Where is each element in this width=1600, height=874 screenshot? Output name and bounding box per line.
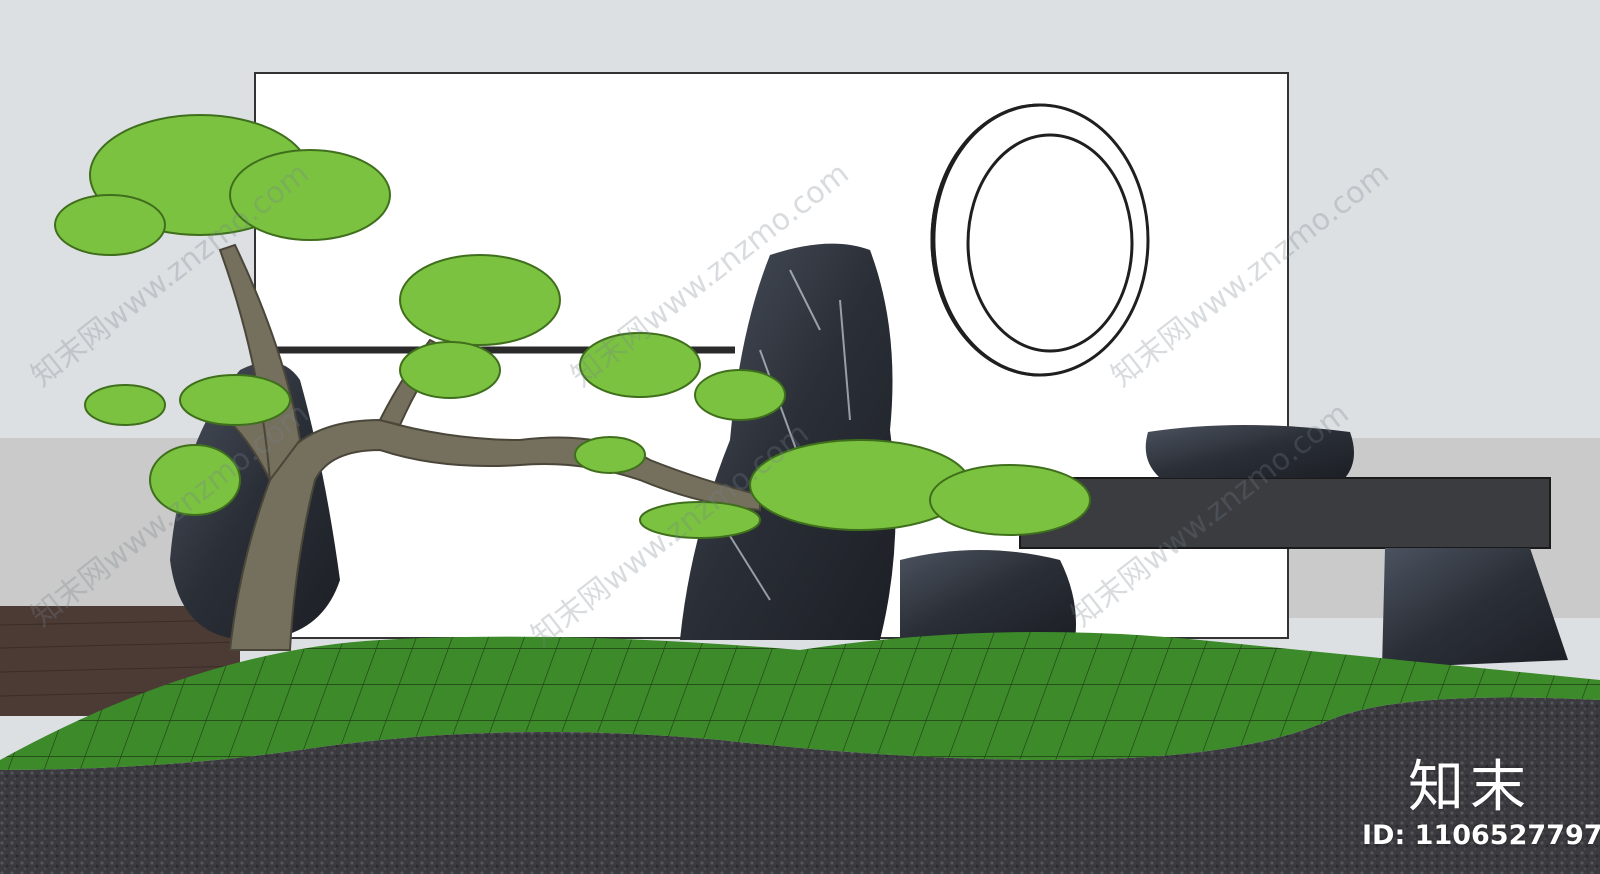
landscape-render xyxy=(0,0,1600,874)
stone-bench-top xyxy=(1019,477,1551,549)
render-scene: 知末网www.znzmo.com 知末网www.znzmo.com 知末网www… xyxy=(0,0,1600,874)
asset-id-label: ID: 1106527797 xyxy=(1362,820,1600,851)
middle-rock xyxy=(900,550,1076,640)
brand-logo: 知末 xyxy=(1408,755,1532,820)
bench-basin-rock xyxy=(1145,425,1354,478)
